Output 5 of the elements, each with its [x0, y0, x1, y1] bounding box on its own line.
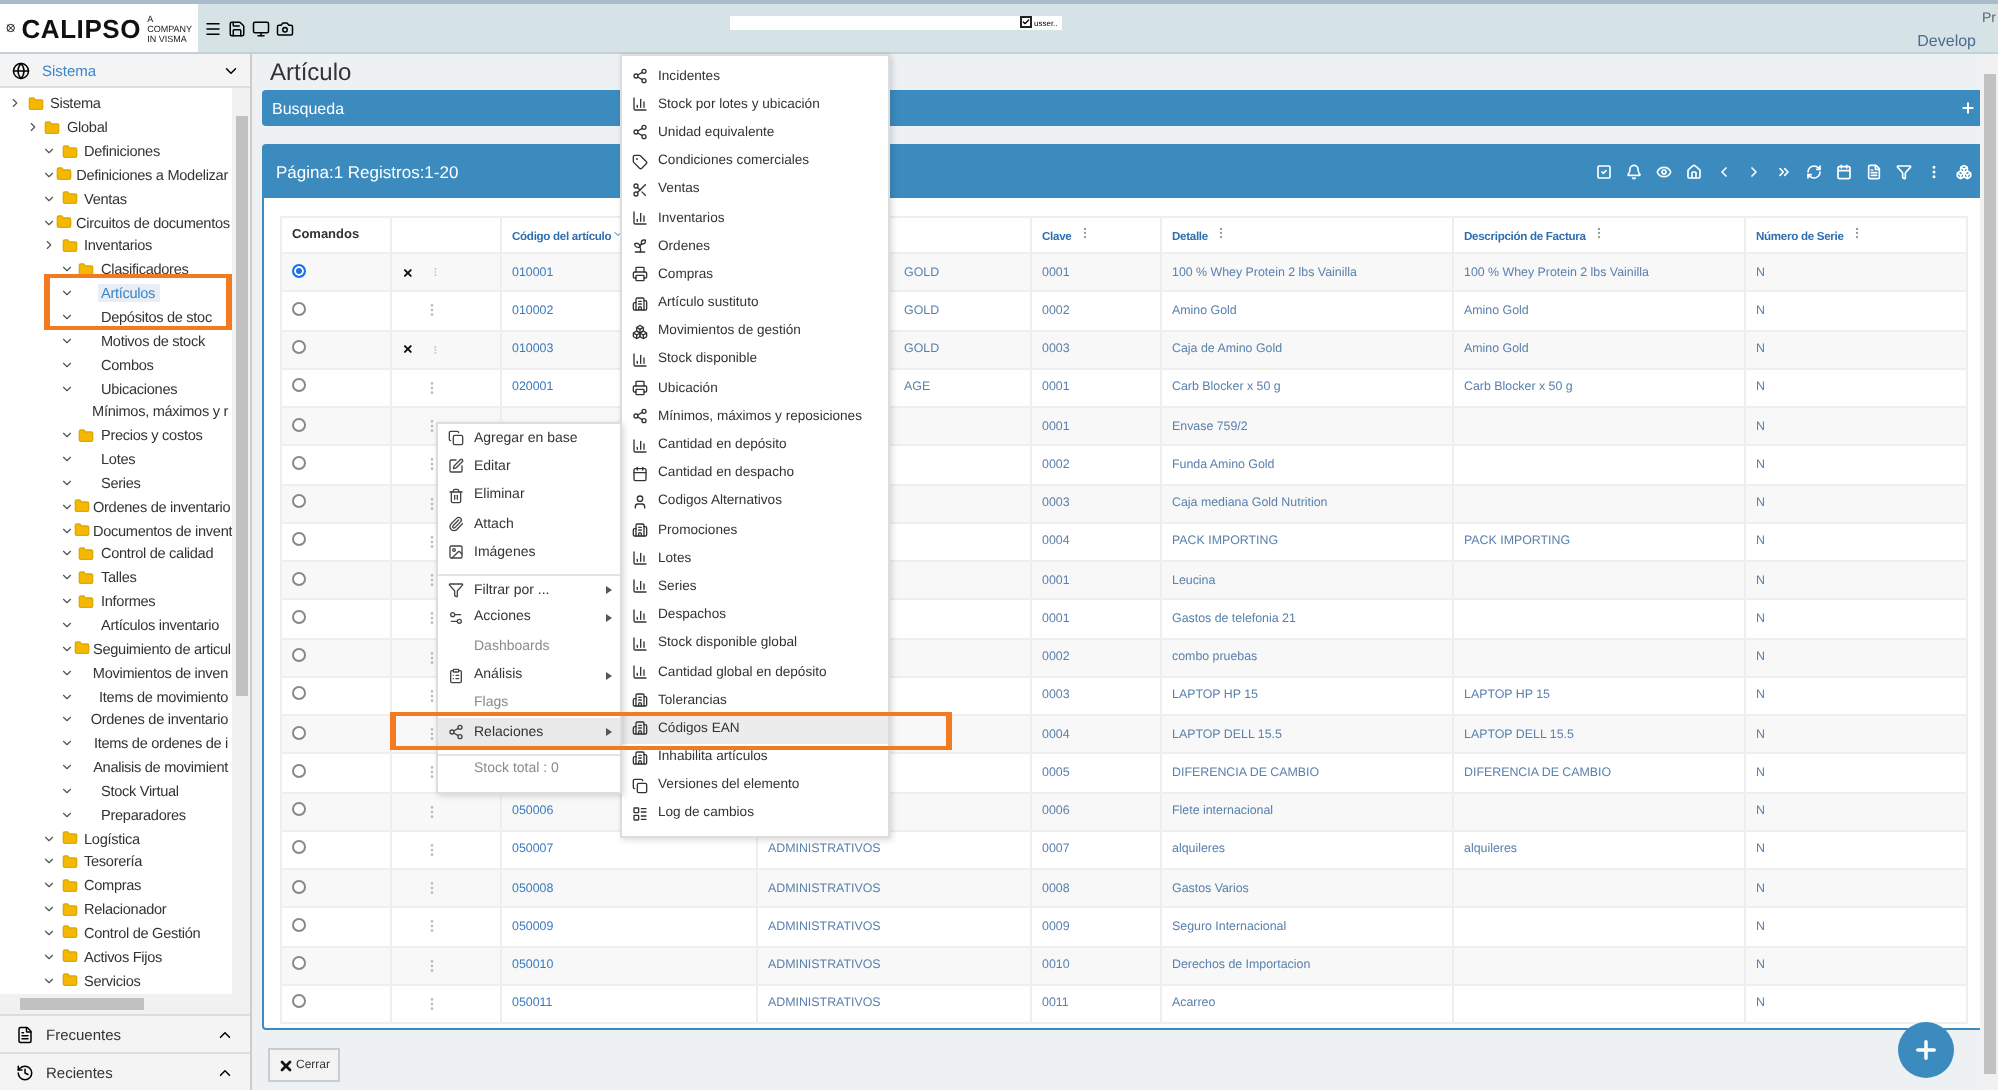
panel-title: Busqueda [272, 99, 345, 117]
page-title: Artículo [268, 56, 352, 90]
environment-link[interactable]: Develop [1917, 31, 1976, 49]
panel-title: Página:1 Registros:1-20 [276, 162, 461, 182]
brand-name: CALIPSO [21, 13, 142, 43]
